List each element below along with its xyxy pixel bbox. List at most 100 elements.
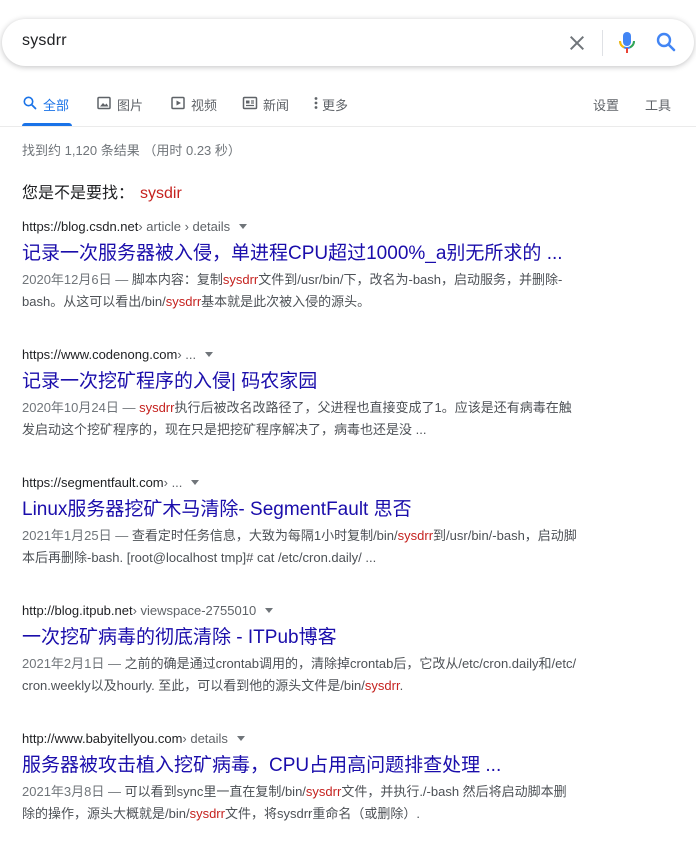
result-snippet: 2021年2月1日 — 之前的确是通过crontab调用的，清除掉crontab… [22, 653, 628, 697]
search-result: http://blog.itpub.net › viewspace-275501… [22, 601, 642, 697]
result-date: 2021年2月1日 — [22, 656, 125, 671]
snippet-line: 发启动这个挖矿程序的，现在只是把挖矿程序解决了，病毒也还是没 ... [22, 419, 628, 441]
result-path: › viewspace-2755010 [132, 602, 257, 618]
result-site: https://segmentfault.com [22, 474, 164, 490]
result-site: http://blog.itpub.net [22, 602, 133, 618]
snippet-text: 查看定时任务信息，大致为每隔1小时复制/bin/ [131, 528, 398, 543]
result-url: https://blog.csdn.net › article › detail… [22, 217, 642, 235]
result-menu-caret-icon[interactable] [265, 607, 274, 613]
close-icon[interactable] [565, 31, 589, 55]
snippet-text: 发启动这个挖矿程序的，现在只是把挖矿程序解决了，病毒也还是没 ... [22, 422, 427, 437]
snippet-text: cron.weekly以及hourly. 至此，可以看到他的源头文件是/bin/ [22, 678, 365, 693]
more-vert-icon [314, 97, 318, 109]
tab-label: 视频 [191, 98, 218, 113]
tab-more[interactable]: 更多 [312, 95, 348, 126]
snippet-text: 可以看到sync里一直在复制/bin/ [124, 784, 306, 799]
snippet-text: bash。从这可以看出/bin/ [22, 294, 166, 309]
result-menu-caret-icon[interactable] [236, 735, 245, 741]
tab-videos[interactable]: 视频 [170, 95, 217, 126]
snippet-highlight: sysdrr [305, 784, 342, 799]
result-url: https://segmentfault.com › ... [22, 473, 642, 491]
result-path: › ... [163, 474, 183, 490]
snippet-text: 文件，并执行./-bash 然后将启动脚本删 [341, 784, 567, 799]
result-date: 2021年1月25日 — [22, 528, 132, 543]
result-snippet: 2021年1月25日 — 查看定时任务信息，大致为每隔1小时复制/bin/sys… [22, 525, 628, 569]
result-site: https://blog.csdn.net [22, 218, 139, 234]
result-title-link[interactable]: 记录一次服务器被入侵，单进程CPU超过1000%_a别无所求的 ... [22, 241, 642, 267]
play-icon [171, 96, 185, 110]
snippet-text: 本后再删除-bash. [root@localhost tmp]# cat /e… [22, 550, 377, 565]
snippet-line: 除的操作，源头大概就是/bin/sysdrr文件，将sysdrr重命名（或删除）… [22, 803, 628, 825]
snippet-text: 文件，将sysdrr重命名（或删除）. [224, 806, 420, 821]
snippet-text: 到/usr/bin/-bash，启动脚 [433, 528, 577, 543]
result-stats: 找到约 1,120 条结果 （用时 0.23 秒） [22, 143, 241, 158]
result-menu-caret-icon[interactable] [191, 479, 200, 485]
mic-icon[interactable] [615, 30, 639, 56]
tab-all[interactable]: 全部 [22, 95, 72, 126]
result-title-link[interactable]: 服务器被攻击植入挖矿病毒，CPU占用高问题排查处理 ... [22, 753, 642, 779]
snippet-highlight: sysdrr [139, 400, 175, 415]
snippet-line: bash。从这可以看出/bin/sysdrr基本就是此次被入侵的源头。 [22, 291, 628, 313]
tab-label: 图片 [117, 98, 144, 113]
result-date: 2020年12月6日 — [22, 272, 132, 287]
snippet-highlight: sysdrr [189, 806, 225, 821]
snippet-highlight: sysdrr [364, 678, 400, 693]
snippet-text: . [399, 678, 404, 693]
snippet-text: 之前的确是通过crontab调用的，清除掉crontab后，它改从/etc/cr… [124, 656, 577, 671]
search-result: http://www.babyitellyou.com › details 服务器… [22, 729, 642, 825]
snippet-line: 2021年3月8日 — 可以看到sync里一直在复制/bin/sysdrr文件，… [22, 781, 628, 803]
did-you-mean-suggestion[interactable]: sysdir [140, 185, 182, 202]
result-site: http://www.babyitellyou.com [22, 730, 183, 746]
tab-news[interactable]: 新闻 [242, 95, 289, 126]
snippet-text: 文件到/usr/bin/下，改名为-bash，启动服务，并删除- [258, 272, 563, 287]
snippet-line: 2021年1月25日 — 查看定时任务信息，大致为每隔1小时复制/bin/sys… [22, 525, 628, 547]
search-icon[interactable] [654, 30, 678, 54]
search-input[interactable]: sysdrr [22, 32, 67, 50]
did-you-mean-label: 您是不是要找： [22, 185, 135, 202]
image-icon [97, 96, 111, 110]
search-box[interactable]: sysdrr [2, 19, 694, 66]
snippet-text: 除的操作，源头大概就是/bin/ [22, 806, 190, 821]
snippet-line: 2020年10月24日 — sysdrr执行后被改名改路径了，父进程也直接变成了… [22, 397, 628, 419]
tab-images[interactable]: 图片 [96, 95, 143, 126]
search-icon [23, 96, 37, 110]
did-you-mean: 您是不是要找： sysdir [22, 179, 182, 203]
snippet-highlight: sysdrr [222, 272, 259, 287]
result-date: 2021年3月8日 — [22, 784, 125, 799]
snippet-highlight: sysdrr [397, 528, 434, 543]
news-icon [242, 96, 258, 110]
snippet-line: 本后再删除-bash. [root@localhost tmp]# cat /e… [22, 547, 628, 569]
search-result: https://segmentfault.com › ... Linux服务器挖矿… [22, 473, 642, 569]
snippet-line: 2020年12月6日 — 脚本内容：复制sysdrr文件到/usr/bin/下，… [22, 269, 628, 291]
result-url: http://blog.itpub.net › viewspace-275501… [22, 601, 642, 619]
result-date: 2020年10月24日 — [22, 400, 140, 415]
snippet-text: 执行后被改名改路径了，父进程也直接变成了1。应该是还有病毒在触 [174, 400, 572, 415]
search-result: https://blog.csdn.net › article › detail… [22, 217, 642, 313]
tab-label: 全部 [43, 98, 70, 113]
snippet-highlight: sysdrr [165, 294, 202, 309]
result-snippet: 2021年3月8日 — 可以看到sync里一直在复制/bin/sysdrr文件，… [22, 781, 628, 825]
tab-label: 新闻 [263, 98, 290, 113]
result-title-link[interactable]: 记录一次挖矿程序的入侵| 码农家园 [22, 369, 642, 395]
tabs-divider [0, 126, 696, 127]
result-url: https://www.codenong.com › ... [22, 345, 642, 363]
tools-link[interactable]: 工具 [645, 95, 671, 126]
result-path: › ... [177, 346, 197, 362]
result-snippet: 2020年10月24日 — sysdrr执行后被改名改路径了，父进程也直接变成了… [22, 397, 628, 441]
result-menu-caret-icon[interactable] [205, 351, 214, 357]
search-divider [602, 30, 603, 56]
result-menu-caret-icon[interactable] [239, 223, 248, 229]
settings-link[interactable]: 设置 [593, 95, 619, 126]
result-site: https://www.codenong.com [22, 346, 178, 362]
search-tabs: 全部 图片 视频 新闻 更多 设置 工具 [0, 86, 696, 126]
snippet-line: 2021年2月1日 — 之前的确是通过crontab调用的，清除掉crontab… [22, 653, 628, 675]
result-url: http://www.babyitellyou.com › details [22, 729, 642, 747]
tab-label: 更多 [322, 98, 349, 113]
result-title-link[interactable]: Linux服务器挖矿木马清除- SegmentFault 思否 [22, 497, 642, 523]
result-path: › details [182, 730, 228, 746]
search-result: https://www.codenong.com › ... 记录一次挖矿程序的入… [22, 345, 642, 441]
snippet-line: cron.weekly以及hourly. 至此，可以看到他的源头文件是/bin/… [22, 675, 628, 697]
snippet-text: 基本就是此次被入侵的源头。 [201, 294, 371, 309]
result-title-link[interactable]: 一次挖矿病毒的彻底清除 - ITPub博客 [22, 625, 642, 651]
snippet-text: 脚本内容：复制 [131, 272, 223, 287]
